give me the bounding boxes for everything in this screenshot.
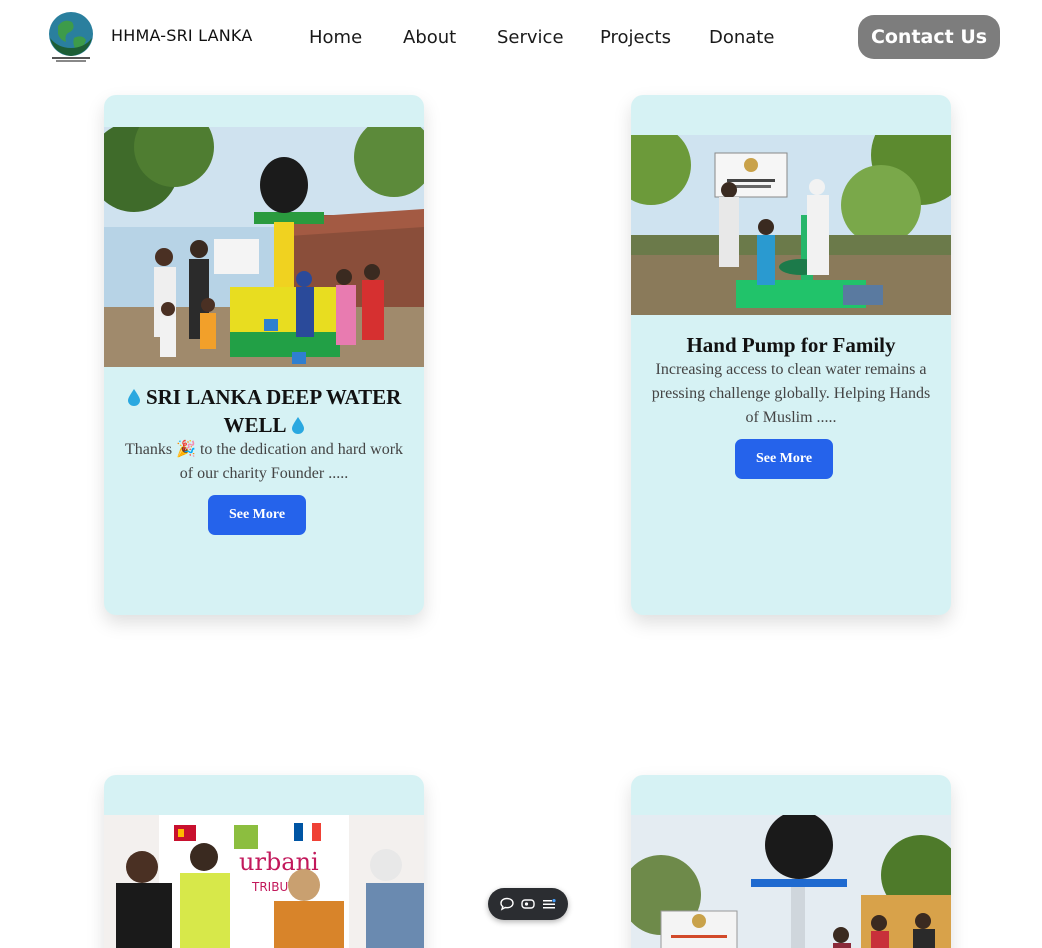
menu-list-icon[interactable] — [541, 896, 557, 912]
brand-name[interactable]: HHMA-SRI LANKA — [111, 26, 252, 45]
screen-record-icon[interactable] — [520, 896, 536, 912]
nav-projects[interactable]: Projects — [600, 27, 671, 48]
card-title: Hand Pump for Family — [686, 333, 896, 357]
nav-donate[interactable]: Donate — [709, 27, 774, 48]
project-card-water-well: SRI LANKA DEEP WATER WELL Thanks 🎉 to th… — [104, 95, 424, 615]
chat-icon[interactable] — [499, 896, 515, 912]
hhma-logo[interactable] — [44, 8, 98, 64]
card-title-text: SRI LANKA DEEP WATER WELL — [145, 385, 402, 437]
hand-pump-photo — [631, 135, 951, 315]
contact-us-button[interactable]: Contact Us — [858, 15, 1000, 59]
card-description: Increasing access to clean water remains… — [651, 361, 931, 426]
water-drop-icon — [127, 389, 140, 406]
project-card-hand-pump: Hand Pump for Family Increasing access t… — [631, 95, 951, 615]
water-tank-photo — [631, 815, 951, 948]
see-more-button[interactable]: See More — [735, 439, 833, 479]
site-header: HHMA-SRI LANKA Home About Service Projec… — [0, 0, 1042, 78]
water-drop-icon — [291, 417, 304, 434]
card-title: SRI LANKA DEEP WATER WELL — [124, 383, 404, 439]
floating-toolbar — [488, 888, 568, 920]
see-more-button[interactable]: See More — [208, 495, 306, 535]
qurbani-photo: urbani TRIBUT — [104, 815, 424, 948]
nav-service[interactable]: Service — [497, 27, 564, 48]
nav-about[interactable]: About — [403, 27, 456, 48]
project-card-qurbani: urbani TRIBUT — [104, 775, 424, 948]
water-well-photo — [104, 127, 424, 367]
project-card-water-tank — [631, 775, 951, 948]
nav-home[interactable]: Home — [309, 27, 362, 48]
card-description: Thanks 🎉 to the dedication and hard work… — [124, 441, 404, 482]
